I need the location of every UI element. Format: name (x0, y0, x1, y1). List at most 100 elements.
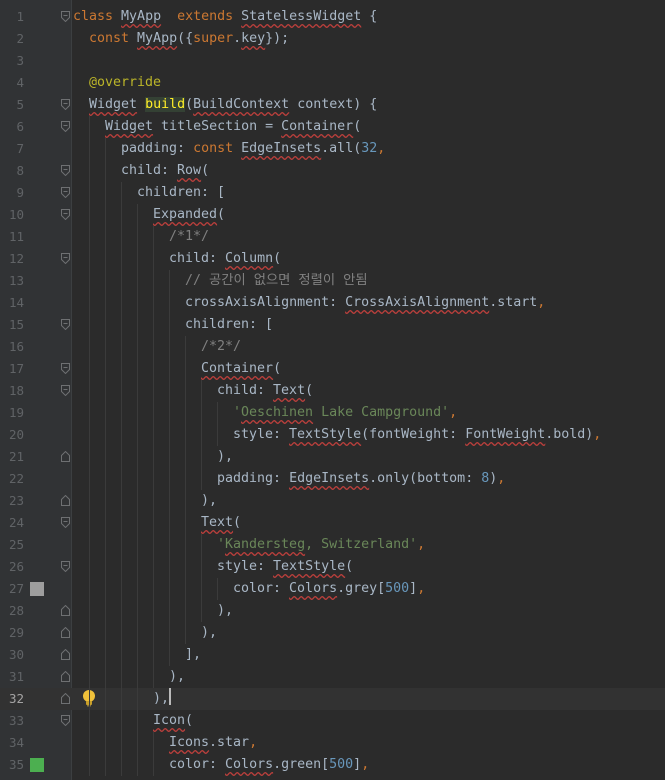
code-text[interactable]: /*1*/ (169, 226, 209, 248)
code-line[interactable]: 15 children: [ (0, 314, 665, 336)
code-text[interactable]: color: Colors.green[500], (169, 754, 369, 776)
line-number[interactable]: 27 (0, 578, 24, 600)
code-text[interactable]: style: TextStyle( (217, 556, 353, 578)
code-text[interactable]: // 공간이 없으면 정렬이 안됨 (185, 270, 368, 292)
code-line[interactable]: 8 child: Row( (0, 160, 665, 182)
code-line[interactable]: 27 color: Colors.grey[500], (0, 578, 665, 600)
line-number[interactable]: 30 (0, 644, 24, 666)
code-text[interactable]: class MyApp extends StatelessWidget { (73, 6, 377, 28)
line-number[interactable]: 16 (0, 336, 24, 358)
line-number[interactable]: 7 (0, 138, 24, 160)
line-number[interactable]: 9 (0, 182, 24, 204)
line-number[interactable]: 13 (0, 270, 24, 292)
code-text[interactable]: Container( (201, 358, 281, 380)
code-text[interactable]: Expanded( (153, 204, 225, 226)
line-number[interactable]: 32 (0, 688, 24, 710)
fold-end-icon[interactable] (61, 627, 70, 638)
line-number[interactable]: 3 (0, 50, 24, 72)
line-number[interactable]: 1 (0, 6, 24, 28)
code-line[interactable]: 21), (0, 446, 665, 468)
code-line[interactable]: 28), (0, 600, 665, 622)
code-line[interactable]: 20 style: TextStyle(fontWeight: FontWeigh… (0, 424, 665, 446)
code-text[interactable]: ), (201, 622, 217, 644)
code-text[interactable]: ], (185, 644, 201, 666)
code-text[interactable]: color: Colors.grey[500], (233, 578, 425, 600)
line-number[interactable]: 17 (0, 358, 24, 380)
fold-marker-icon[interactable] (61, 99, 70, 110)
code-text[interactable]: children: [ (185, 314, 273, 336)
code-line[interactable]: 14 crossAxisAlignment: CrossAxisAlignment… (0, 292, 665, 314)
code-text[interactable]: style: TextStyle(fontWeight: FontWeight.… (233, 424, 601, 446)
line-number[interactable]: 28 (0, 600, 24, 622)
code-line[interactable]: 7 padding: const EdgeInsets.all(32, (0, 138, 665, 160)
code-line[interactable]: 31), (0, 666, 665, 688)
code-line[interactable]: 5 Widget build(BuildContext context) { (0, 94, 665, 116)
code-line[interactable]: 11 /*1*/ (0, 226, 665, 248)
code-line[interactable]: 16 /*2*/ (0, 336, 665, 358)
line-number[interactable]: 4 (0, 72, 24, 94)
code-line[interactable]: 22 padding: EdgeInsets.only(bottom: 8), (0, 468, 665, 490)
line-number[interactable]: 34 (0, 732, 24, 754)
code-text[interactable]: 'Oeschinen Lake Campground', (233, 402, 457, 424)
code-line[interactable]: 18 child: Text( (0, 380, 665, 402)
line-number[interactable]: 35 (0, 754, 24, 776)
code-line[interactable]: 32), (0, 688, 665, 710)
code-text[interactable]: Text( (201, 512, 241, 534)
fold-end-icon[interactable] (61, 605, 70, 616)
code-text[interactable]: children: [ (137, 182, 225, 204)
code-text[interactable]: ), (153, 688, 172, 710)
line-number[interactable]: 12 (0, 248, 24, 270)
code-lines[interactable]: 1 class MyApp extends StatelessWidget {2 c… (0, 6, 665, 776)
code-text[interactable]: /*2*/ (201, 336, 241, 358)
line-number[interactable]: 26 (0, 556, 24, 578)
fold-marker-icon[interactable] (61, 121, 70, 132)
code-line[interactable]: 23), (0, 490, 665, 512)
line-number[interactable]: 25 (0, 534, 24, 556)
code-text[interactable]: const MyApp({super.key}); (89, 28, 289, 50)
fold-marker-icon[interactable] (61, 517, 70, 528)
code-line[interactable]: 2 const MyApp({super.key}); (0, 28, 665, 50)
fold-marker-icon[interactable] (61, 363, 70, 374)
fold-marker-icon[interactable] (61, 561, 70, 572)
fold-marker-icon[interactable] (61, 165, 70, 176)
line-number[interactable]: 24 (0, 512, 24, 534)
line-number[interactable]: 6 (0, 116, 24, 138)
code-text[interactable]: padding: EdgeInsets.only(bottom: 8), (217, 468, 505, 490)
fold-marker-icon[interactable] (61, 319, 70, 330)
line-number[interactable]: 14 (0, 292, 24, 314)
code-text[interactable]: Icon( (153, 710, 193, 732)
code-text[interactable]: @override (89, 72, 161, 94)
code-text[interactable]: child: Text( (217, 380, 313, 402)
code-line[interactable]: 29), (0, 622, 665, 644)
line-number[interactable]: 33 (0, 710, 24, 732)
code-text[interactable]: ), (201, 490, 217, 512)
fold-end-icon[interactable] (61, 649, 70, 660)
code-text[interactable]: padding: const EdgeInsets.all(32, (121, 138, 385, 160)
fold-marker-icon[interactable] (61, 209, 70, 220)
line-number[interactable]: 11 (0, 226, 24, 248)
code-text[interactable]: 'Kandersteg, Switzerland', (217, 534, 425, 556)
code-line[interactable]: 17 Container( (0, 358, 665, 380)
line-number[interactable]: 21 (0, 446, 24, 468)
code-line[interactable]: 26 style: TextStyle( (0, 556, 665, 578)
code-text[interactable]: child: Row( (121, 160, 209, 182)
code-text[interactable]: ), (217, 600, 233, 622)
line-number[interactable]: 19 (0, 402, 24, 424)
line-number[interactable]: 15 (0, 314, 24, 336)
fold-end-icon[interactable] (61, 495, 70, 506)
code-text[interactable]: Icons.star, (169, 732, 257, 754)
code-line[interactable]: 30], (0, 644, 665, 666)
fold-marker-icon[interactable] (61, 253, 70, 264)
fold-marker-icon[interactable] (61, 715, 70, 726)
line-number[interactable]: 31 (0, 666, 24, 688)
code-line[interactable]: 33 Icon( (0, 710, 665, 732)
code-text[interactable]: crossAxisAlignment: CrossAxisAlignment.s… (185, 292, 545, 314)
code-line[interactable]: 34 Icons.star, (0, 732, 665, 754)
code-line[interactable]: 13 // 공간이 없으면 정렬이 안됨 (0, 270, 665, 292)
code-text[interactable]: ), (169, 666, 185, 688)
fold-end-icon[interactable] (61, 671, 70, 682)
line-number[interactable]: 8 (0, 160, 24, 182)
code-line[interactable]: 19 'Oeschinen Lake Campground', (0, 402, 665, 424)
code-line[interactable]: 10 Expanded( (0, 204, 665, 226)
code-text[interactable]: Widget build(BuildContext context) { (89, 94, 377, 116)
